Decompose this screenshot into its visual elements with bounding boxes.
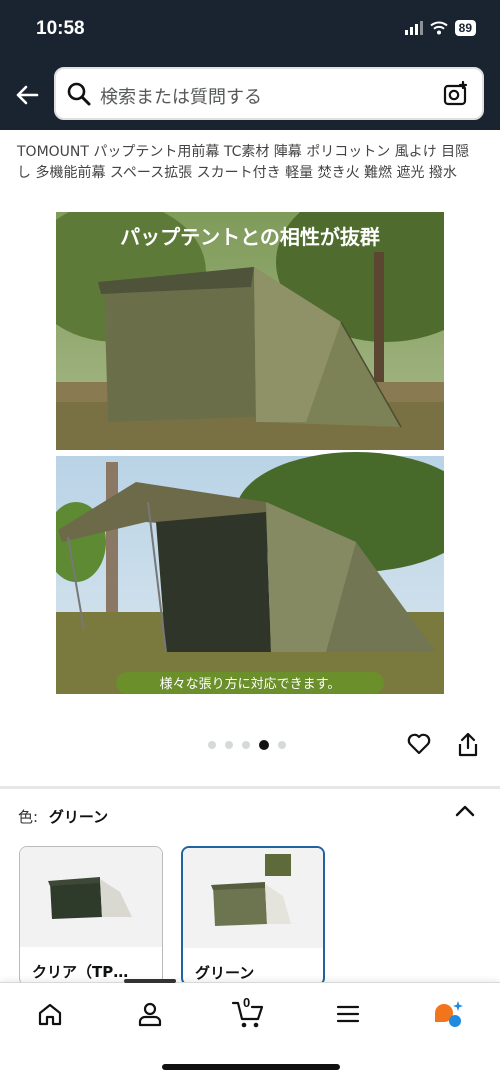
color-option-label: グリーン	[195, 964, 255, 982]
cart-count-badge: 0	[243, 995, 251, 1010]
search-bar[interactable]: 検索または質問する	[54, 67, 484, 120]
battery-level: 89	[454, 20, 476, 36]
carousel-dot[interactable]	[225, 741, 233, 749]
color-option-green[interactable]: グリーン	[181, 846, 325, 986]
search-input[interactable]: 検索または質問する	[100, 83, 262, 109]
wishlist-heart-icon[interactable]	[406, 731, 432, 757]
wifi-icon	[429, 21, 448, 35]
status-bar: 10:58 89	[0, 0, 500, 62]
color-option-image	[20, 847, 162, 947]
back-arrow-icon[interactable]	[12, 80, 42, 110]
image-top-caption: パップテントとの相性が抜群	[120, 225, 380, 249]
cellular-signal-icon	[404, 21, 423, 35]
rufus-ai-icon	[435, 1001, 463, 1027]
color-option-image	[183, 848, 323, 948]
status-time: 10:58	[36, 18, 85, 39]
account-icon	[138, 1002, 162, 1027]
camera-search-icon[interactable]	[442, 80, 470, 108]
color-label-value: グリーン	[48, 808, 109, 826]
color-label-key: 色:	[18, 808, 39, 826]
tab-menu[interactable]	[328, 997, 368, 1031]
color-selection-label: 色: グリーン	[18, 806, 108, 827]
hamburger-menu-icon	[336, 1005, 360, 1023]
share-icon[interactable]	[456, 731, 480, 759]
tab-cart[interactable]: 0	[228, 995, 268, 1031]
carousel-dot-active[interactable]	[259, 740, 269, 750]
carousel-dot[interactable]	[278, 741, 286, 749]
tab-rufus[interactable]	[428, 997, 468, 1031]
color-option-clear[interactable]: クリア（TP…	[19, 846, 163, 986]
tab-home[interactable]	[30, 997, 70, 1031]
carousel-dots[interactable]	[208, 740, 286, 750]
section-divider	[0, 786, 500, 789]
search-icon	[67, 82, 91, 106]
carousel-dot[interactable]	[242, 741, 250, 749]
home-icon	[38, 1003, 62, 1026]
home-indicator	[162, 1064, 340, 1070]
chevron-up-icon[interactable]	[454, 802, 476, 820]
tab-account[interactable]	[130, 997, 170, 1031]
image-bottom-caption: 様々な張り方に対応できます。	[160, 676, 341, 692]
status-icons: 89	[404, 20, 476, 36]
top-header: 検索または質問する	[0, 62, 500, 130]
carousel-dot[interactable]	[208, 741, 216, 749]
product-title[interactable]: TOMOUNT パップテント用前幕 TC素材 陣幕 ポリコットン 風よけ 目隠し…	[17, 142, 483, 184]
color-option-label: クリア（TP…	[32, 963, 129, 981]
product-image[interactable]: パップテントとの相性が抜群 様々な張り方に対応できます。	[56, 212, 444, 694]
active-tab-indicator	[124, 979, 176, 983]
